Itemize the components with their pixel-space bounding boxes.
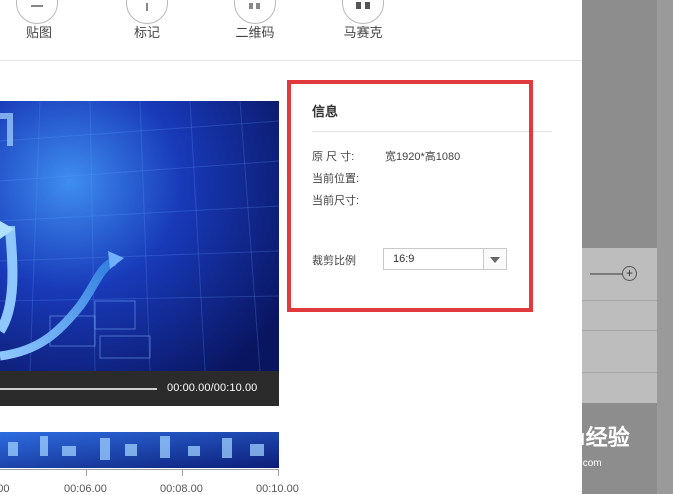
ruler-tick: [86, 469, 87, 476]
filmstrip-thumbnails: [0, 432, 279, 468]
timeline-filmstrip[interactable]: [0, 432, 279, 468]
tick-label-6: 00:06.00: [64, 483, 107, 495]
ruler-tick: [278, 469, 279, 476]
right-panel-track-area: [582, 248, 657, 403]
tick-label-0: 00:00: [0, 483, 10, 495]
tick-label-10: 00:10.00: [256, 483, 299, 495]
right-panel-edge: [657, 0, 673, 494]
mark-icon[interactable]: [126, 0, 168, 24]
mosaic-icon[interactable]: [342, 0, 384, 24]
baidu-watermark: Baidu经验 jingyan.baidu.com: [515, 420, 630, 469]
zoom-slider[interactable]: [590, 273, 622, 275]
progress-bar[interactable]: [0, 388, 157, 390]
tool-label-mosaic[interactable]: 马赛克: [328, 22, 398, 41]
watermark-sub: jingyan.baidu.com: [521, 458, 602, 469]
zoom-in-icon[interactable]: +: [622, 266, 637, 281]
timeline-ruler: [0, 469, 279, 470]
tool-label-qrcode[interactable]: 二维码: [220, 22, 290, 41]
video-frame-image: [0, 101, 279, 371]
qrcode-icon[interactable]: [234, 0, 276, 24]
tool-label-sticker[interactable]: 贴图: [4, 22, 74, 41]
ruler-tick: [182, 469, 183, 476]
video-preview[interactable]: [0, 101, 279, 371]
toolbar: 贴图 标记 二维码 马赛克: [0, 0, 582, 61]
time-display: 00:00.00/00:10.00: [167, 382, 258, 394]
tick-label-8: 00:08.00: [160, 483, 203, 495]
sticker-icon[interactable]: [16, 0, 58, 24]
track-divider: [582, 330, 657, 331]
tool-label-mark[interactable]: 标记: [112, 22, 182, 41]
highlight-box: [287, 80, 533, 312]
track-divider: [582, 372, 657, 373]
watermark-main: Baidu经验: [515, 426, 630, 451]
video-controls: 00:00.00/00:10.00: [0, 371, 279, 406]
track-divider: [582, 300, 657, 301]
